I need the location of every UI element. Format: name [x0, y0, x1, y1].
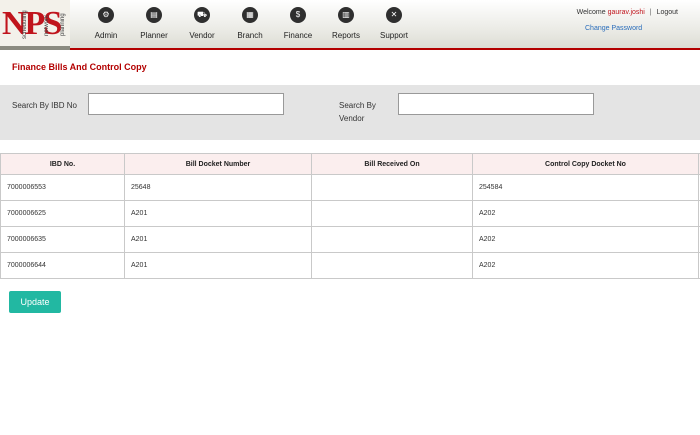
cell-bill-docket-number: 25648	[124, 174, 312, 201]
app-header: NPS scheduling network planning ⚙ Admin ▤ P…	[0, 0, 700, 50]
nav-label: Branch	[237, 31, 263, 40]
truck-icon: ⛟	[194, 7, 210, 23]
main-nav: ⚙ Admin ▤ Planner ⛟ Vendor ▦ Branch $ Finance ▥ Rep…	[82, 0, 418, 50]
nav-finance[interactable]: $ Finance	[274, 0, 322, 50]
bar-chart-icon: ▥	[338, 7, 354, 23]
nav-admin[interactable]: ⚙ Admin	[82, 0, 130, 50]
bills-table: IBD No. Bill Docket Number Bill Received…	[0, 153, 700, 279]
search-panel: Search By IBD No Search By Vendor	[0, 85, 700, 140]
nav-label: Admin	[94, 31, 118, 40]
nav-label: Support	[379, 31, 409, 40]
cell-ibd-no: 7000006635	[0, 226, 125, 253]
nav-planner[interactable]: ▤ Planner	[130, 0, 178, 50]
change-password-link[interactable]: Change Password	[585, 25, 642, 32]
cell-bill-received-on	[311, 252, 473, 279]
logo-bar	[0, 46, 70, 50]
col-bill-docket-number: Bill Docket Number	[124, 153, 312, 175]
cell-bill-docket-number: A201	[124, 252, 312, 279]
cell-ibd-no: 7000006625	[0, 200, 125, 227]
cell-bill-docket-number: A201	[124, 200, 312, 227]
table-row: 7000006625 A201 A202	[0, 200, 700, 227]
table-header-row: IBD No. Bill Docket Number Bill Received…	[0, 153, 700, 175]
nav-label: Planner	[140, 31, 168, 40]
search-ibd-label: Search By IBD No	[12, 101, 77, 110]
branch-icon: ▦	[242, 7, 258, 23]
planner-icon: ▤	[146, 7, 162, 23]
cell-bill-received-on	[311, 174, 473, 201]
cell-control-copy-docket-no: A202	[472, 200, 699, 227]
dollar-icon: $	[290, 7, 306, 23]
welcome-separator: |	[649, 9, 652, 16]
logo-tag-planning: planning	[60, 13, 66, 37]
col-ibd-no: IBD No.	[0, 153, 125, 175]
logo-tag-scheduling: scheduling	[22, 10, 28, 40]
cell-control-copy-docket-no: A202	[472, 226, 699, 253]
admin-icon: ⚙	[98, 7, 114, 23]
cell-bill-docket-number: A201	[124, 226, 312, 253]
logout-link[interactable]: Logout	[657, 9, 678, 16]
nav-branch[interactable]: ▦ Branch	[226, 0, 274, 50]
welcome-text: Welcome	[576, 9, 606, 16]
table-row: 7000006553 25648 254584	[0, 174, 700, 201]
cell-ibd-no: 7000006644	[0, 252, 125, 279]
search-ibd-input[interactable]	[88, 93, 284, 115]
col-control-copy-docket-no: Control Copy Docket No	[472, 153, 699, 175]
table-row: 7000006635 A201 A202	[0, 226, 700, 253]
col-bill-received-on: Bill Received On	[311, 153, 473, 175]
username: gaurav.joshi	[607, 9, 645, 16]
cell-control-copy-docket-no: 254584	[472, 174, 699, 201]
cell-ibd-no: 7000006553	[0, 174, 125, 201]
nav-reports[interactable]: ▥ Reports	[322, 0, 370, 50]
cell-bill-received-on	[311, 226, 473, 253]
search-vendor-label: Search By Vendor	[339, 101, 376, 123]
cell-bill-received-on	[311, 200, 473, 227]
nav-label: Vendor	[189, 31, 215, 40]
search-vendor-input[interactable]	[398, 93, 594, 115]
nav-label: Reports	[331, 31, 360, 40]
nav-vendor[interactable]: ⛟ Vendor	[178, 0, 226, 50]
nav-label: Finance	[283, 31, 313, 40]
table-row: 7000006644 A201 A202	[0, 252, 700, 279]
tools-icon: ✕	[386, 7, 402, 23]
update-button[interactable]: Update	[9, 291, 61, 313]
page-title: Finance Bills And Control Copy	[12, 62, 147, 72]
logo-tag-network: network	[44, 14, 50, 36]
cell-control-copy-docket-no: A202	[472, 252, 699, 279]
welcome-bar: Welcome gaurav.joshi | Logout	[577, 9, 678, 16]
nav-support[interactable]: ✕ Support	[370, 0, 418, 50]
nps-logo[interactable]: NPS scheduling network planning	[0, 0, 70, 50]
